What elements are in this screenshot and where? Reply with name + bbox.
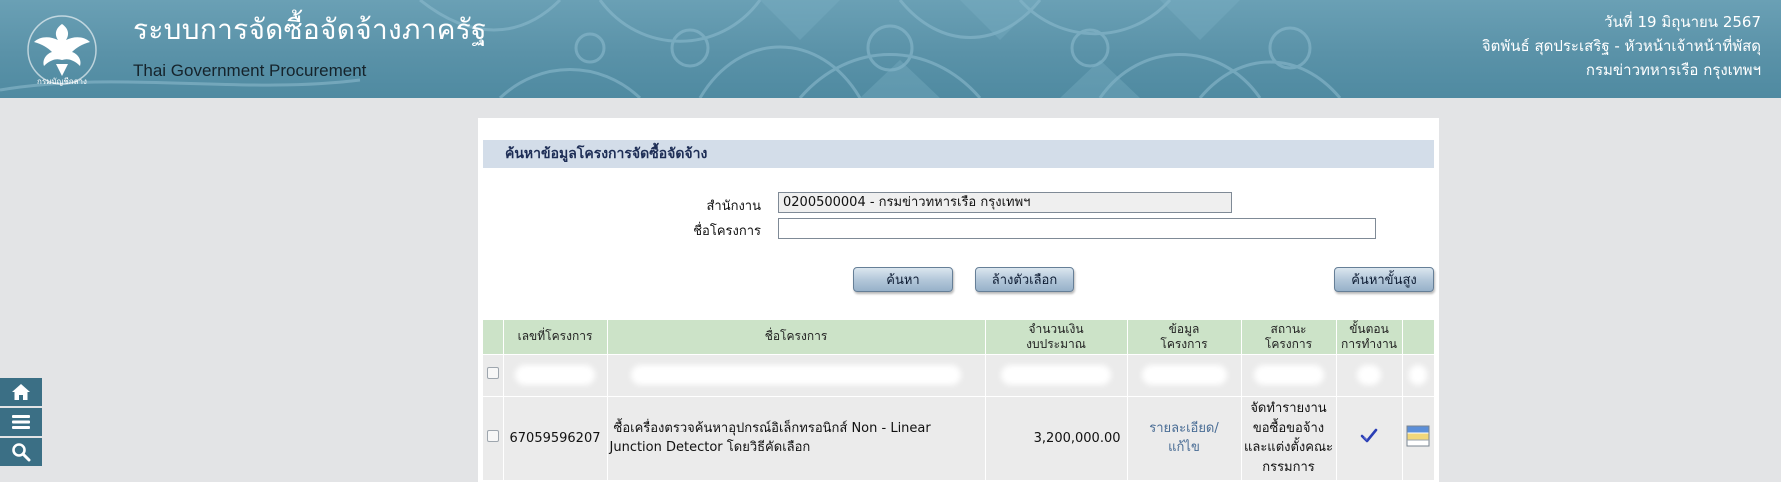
section-title: ค้นหาข้อมูลโครงการจัดซื้อจัดจ้าง (483, 140, 1434, 168)
table-row: 67059596207 ซื้อเครื่องตรวจค้นหาอุปกรณ์อ… (483, 395, 1435, 480)
redacted-cell (1127, 353, 1242, 396)
action-cell (1402, 395, 1435, 480)
header-project-no: เลขที่โครงการ (503, 320, 608, 354)
home-button[interactable] (0, 378, 42, 406)
svg-text:กรมบัญชีกลาง: กรมบัญชีกลาง (37, 77, 87, 86)
row-checkbox[interactable] (486, 430, 499, 443)
status-line1: จัดทำรายงาน (1250, 401, 1327, 417)
status-line4: กรรมการ (1262, 459, 1315, 475)
header-info-line1: ข้อมูล (1168, 321, 1200, 336)
row-select-cell (483, 395, 504, 480)
home-icon (12, 384, 30, 400)
header-status-line1: สถานะ (1270, 321, 1307, 336)
project-name-cell: ซื้อเครื่องตรวจค้นหาอุปกรณ์อิเล็กทรอนิกส… (607, 395, 986, 480)
header-info-line2: โครงการ (1160, 336, 1208, 351)
info-cell: รายละเอียด/ แก้ไข (1127, 395, 1242, 480)
search-submit-button[interactable]: ค้นหา (853, 267, 953, 292)
current-date: วันที่ 19 มิถุนายน 2567 (1604, 13, 1761, 31)
status-line2: ขอซื้อขอจ้าง (1252, 420, 1325, 436)
redacted-cell (985, 353, 1128, 396)
header-info: ข้อมูล โครงการ (1127, 320, 1242, 354)
search-panel: ค้นหาข้อมูลโครงการจัดซื้อจัดจ้าง สำนักงา… (478, 118, 1439, 482)
redacted-cell (1336, 353, 1403, 396)
search-icon (12, 443, 31, 462)
redacted-block (1357, 365, 1381, 385)
header-status-line2: โครงการ (1264, 336, 1313, 351)
step-cell (1336, 395, 1403, 480)
row-checkbox[interactable] (486, 367, 499, 379)
user-name-role: จิตพันธ์ สุดประเสริฐ - หัวหน้าเจ้าหน้าที… (1481, 37, 1761, 55)
table-header-row: เลขที่โครงการ ชื่อโครงการ จำนวนเงิน งบประ… (483, 320, 1435, 354)
project-name-line2: Junction Detector โดยวิธีคัดเลือก (609, 440, 811, 456)
header-project-name: ชื่อโครงการ (607, 320, 986, 354)
clear-selection-button[interactable]: ล้างตัวเลือก (975, 267, 1074, 292)
app-title: ระบบการจัดซื้อจัดจ้างภาครัฐ (133, 13, 487, 46)
comptroller-general-garuda-logo: กรมบัญชีกลาง (27, 15, 97, 86)
menu-icon (12, 415, 30, 429)
menu-button[interactable] (0, 408, 42, 436)
search-button-side[interactable] (0, 438, 42, 466)
header-budget-line1: จำนวนเงิน (1028, 321, 1084, 336)
details-edit-link[interactable]: รายละเอียด/ แก้ไข (1128, 419, 1241, 457)
document-window-icon[interactable] (1406, 425, 1430, 447)
header-step-line2: การทำงาน (1341, 336, 1397, 351)
redacted-block (1001, 365, 1111, 385)
header-checkbox-col (483, 320, 504, 354)
project-no-cell: 67059596207 (503, 395, 608, 480)
project-name-input[interactable] (778, 218, 1376, 239)
details-edit-link-line1: รายละเอียด/ (1149, 421, 1219, 437)
checkmark-icon[interactable] (1360, 428, 1378, 444)
results-table: เลขที่โครงการ ชื่อโครงการ จำนวนเงิน งบประ… (483, 320, 1435, 480)
redacted-cell (1402, 353, 1435, 396)
header-banner: กรมบัญชีกลาง ระบบการจัดซื้อจัดจ้างภาครัฐ… (0, 0, 1781, 98)
user-department: กรมข่าวทหารเรือ กรุงเทพฯ (1585, 61, 1761, 79)
redacted-cell (607, 353, 986, 396)
redacted-cell (503, 353, 608, 396)
status-line3: และแต่งตั้งคณะ (1243, 440, 1334, 456)
budget-cell: 3,200,000.00 (985, 395, 1128, 480)
header-step: ขั้นตอน การทำงาน (1336, 320, 1403, 354)
user-info: วันที่ 19 มิถุนายน 2567 จิตพันธ์ สุดประเ… (1482, 10, 1761, 82)
redacted-block (515, 365, 595, 385)
project-name-line1: ซื้อเครื่องตรวจค้นหาอุปกรณ์อิเล็กทรอนิกส… (613, 421, 931, 437)
office-label: สำนักงาน (706, 199, 761, 214)
header-step-line1: ขั้นตอน (1349, 321, 1389, 336)
project-name-label: ชื่อโครงการ (693, 224, 761, 239)
office-field[interactable]: 0200500004 - กรมข่าวทหารเรือ กรุงเทพฯ (778, 192, 1232, 213)
header-status: สถานะ โครงการ (1241, 320, 1337, 354)
redacted-block (1253, 365, 1324, 385)
advanced-search-button[interactable]: ค้นหาขั้นสูง (1334, 267, 1434, 292)
redacted-block (1141, 365, 1227, 385)
redacted-block (631, 365, 961, 385)
table-row-redacted (483, 353, 1435, 396)
header-budget-line2: งบประมาณ (1026, 336, 1086, 351)
redacted-cell (1241, 353, 1337, 396)
status-cell: จัดทำรายงาน ขอซื้อขอจ้าง และแต่งตั้งคณะ … (1241, 395, 1337, 480)
redacted-block (1409, 365, 1427, 385)
app-subtitle: Thai Government Procurement (133, 61, 367, 80)
header-budget: จำนวนเงิน งบประมาณ (985, 320, 1128, 354)
row-select-cell (483, 353, 504, 396)
details-edit-link-line2: แก้ไข (1168, 440, 1200, 456)
quick-nav (0, 378, 42, 468)
header-action-col (1402, 320, 1435, 354)
